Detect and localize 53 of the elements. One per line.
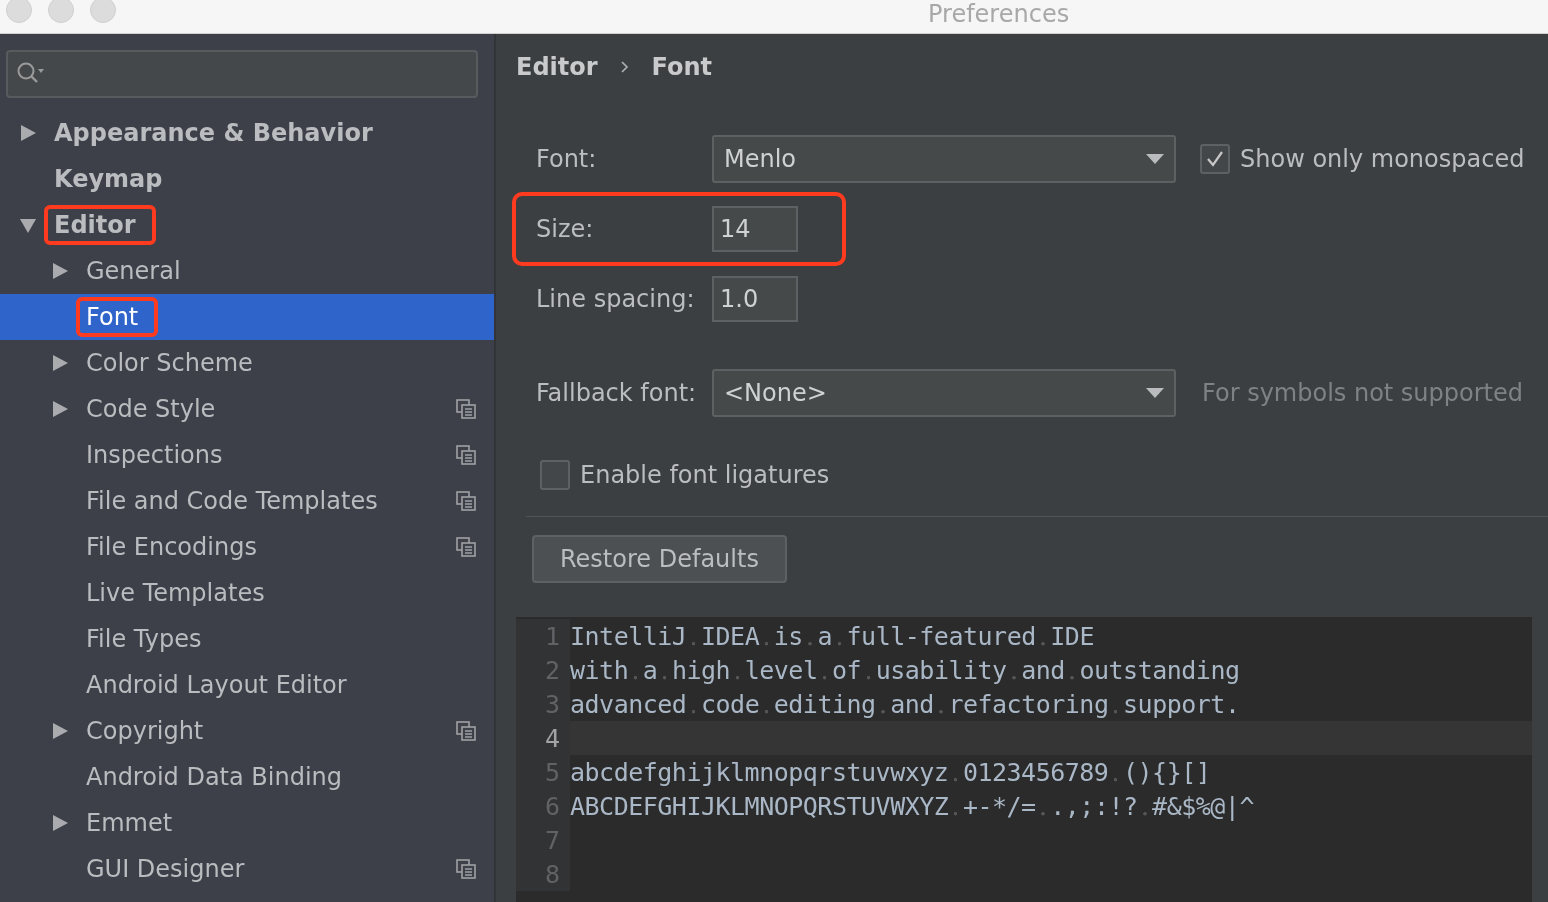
checkbox-label: Show only monospaced — [1240, 145, 1525, 173]
code-line: abcdefghijklmnopqrstuvwxyz 0123456789 (){}[] — [570, 757, 1211, 787]
collapsed-arrow-icon[interactable] — [20, 124, 36, 142]
breadcrumb-item[interactable]: Editor — [516, 53, 598, 81]
sidebar-item[interactable]: Emmet — [0, 800, 494, 846]
checkbox-label: Enable font ligatures — [580, 461, 830, 489]
checkbox[interactable] — [540, 460, 570, 490]
sidebar-item[interactable]: Color Scheme — [0, 340, 494, 386]
code-line: advanced code editing and refactoring support. — [570, 689, 1240, 719]
fallback-font-dropdown[interactable]: <None> — [712, 369, 1176, 417]
sidebar-item[interactable]: Android Layout Editor — [0, 662, 494, 708]
collapsed-arrow-icon[interactable] — [52, 354, 68, 372]
code-line: with a high level of usability and outstanding — [570, 655, 1240, 685]
sidebar-item[interactable]: File Encodings — [0, 524, 494, 570]
sidebar-item[interactable]: Editor — [0, 202, 494, 248]
checkmark-icon — [1205, 149, 1225, 169]
collapsed-arrow-icon[interactable] — [52, 722, 68, 740]
expanded-arrow-icon[interactable] — [20, 216, 36, 234]
dropdown-arrow-icon — [1146, 154, 1164, 164]
sidebar-item[interactable]: File Types — [0, 616, 494, 662]
sidebar-item[interactable]: Inspections — [0, 432, 494, 478]
sidebar-item[interactable]: Keymap — [0, 156, 494, 202]
sidebar-item[interactable]: File and Code Templates — [0, 478, 494, 524]
breadcrumb-item[interactable]: Font — [651, 53, 713, 81]
code-line: IntelliJ IDEA is a full-featured IDE — [570, 621, 1094, 651]
field-label: Size: — [536, 215, 595, 243]
line-spacing-field[interactable]: 1.0 — [712, 276, 798, 322]
sidebar-item[interactable]: Appearance & Behavior — [0, 110, 494, 156]
checkbox[interactable] — [1200, 144, 1230, 174]
sidebar-item[interactable]: General — [0, 248, 494, 294]
collapsed-arrow-icon[interactable] — [52, 814, 68, 832]
collapsed-arrow-icon[interactable] — [52, 400, 68, 418]
field-label: Font: — [536, 145, 598, 173]
restore-defaults-button[interactable]: Restore Defaults — [532, 535, 787, 583]
dropdown-arrow-icon — [1146, 388, 1164, 398]
sidebar-item[interactable]: GUI Designer — [0, 846, 494, 892]
font-dropdown[interactable]: Menlo — [712, 135, 1176, 183]
chevron-right-icon — [619, 60, 630, 74]
sidebar-item[interactable]: Code Style — [0, 386, 494, 432]
window-title: Preferences — [928, 0, 1070, 28]
line-number: 4 — [516, 721, 570, 755]
size-field[interactable]: 14 — [712, 206, 798, 252]
hint-text: For symbols not supported — [1202, 379, 1523, 407]
code-line: ABCDEFGHIJKLMNOPQRSTUVWXYZ +-*/= .,;:!? #&$%@|^ — [570, 791, 1254, 821]
field-label: Fallback font: — [536, 379, 698, 407]
preview-editor[interactable] — [516, 617, 1534, 902]
sidebar-item[interactable]: Android Data Binding — [0, 754, 494, 800]
collapsed-arrow-icon[interactable] — [52, 262, 68, 280]
sidebar-item[interactable]: Font — [0, 294, 494, 340]
sidebar-item[interactable]: Copyright — [0, 708, 494, 754]
search-field[interactable] — [6, 50, 478, 98]
field-label: Line spacing: — [536, 285, 696, 313]
sidebar-item[interactable]: Live Templates — [0, 570, 494, 616]
